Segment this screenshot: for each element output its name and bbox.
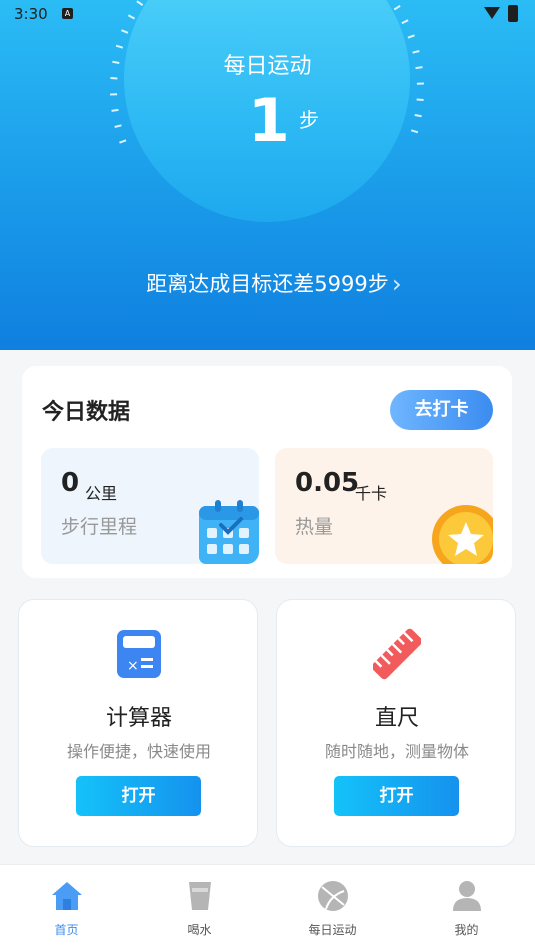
goal-remaining-link[interactable]: 距离达成目标还差5999步 — [0, 268, 535, 298]
hero-header: 3:30 A 每日运动 1 步 距离达成目标还差5999步 › — [0, 0, 535, 350]
calculator-open-button[interactable]: 打开 — [76, 776, 201, 816]
ball-icon — [318, 881, 348, 911]
svg-text:×: × — [127, 658, 139, 674]
ruler-desc: 随时随地，测量物体 — [324, 742, 469, 761]
ruler-icon — [373, 628, 421, 680]
ring-tick — [407, 34, 415, 39]
calculator-card[interactable]: × 计算器 操作便捷，快速使用 打开 — [18, 599, 258, 847]
coin-star-icon — [432, 505, 493, 564]
distance-stat: 0 公里 步行里程 — [41, 448, 259, 564]
checkin-button[interactable]: 去打卡 — [390, 390, 493, 430]
distance-label: 步行里程 — [61, 516, 138, 538]
distance-value: 0 — [61, 468, 80, 498]
bottom-nav: 首页 喝水 每日运动 我的 — [0, 864, 535, 951]
nav-item-exercise[interactable]: 每日运动 — [266, 865, 399, 951]
nav-item-water[interactable]: 喝水 — [133, 865, 266, 951]
wifi-icon — [484, 7, 500, 19]
calories-stat: 0.05 千卡 热量 — [275, 448, 493, 564]
ruler-name: 直尺 — [374, 706, 419, 731]
today-title: 今日数据 — [42, 400, 131, 425]
status-time: 3:30 — [14, 5, 48, 23]
today-data-card: 今日数据 去打卡 0 公里 步行里程 0.05 千卡 热量 — [22, 366, 512, 578]
calculator-desc: 操作便捷，快速使用 — [66, 742, 211, 761]
calculator-icon: × — [117, 630, 161, 678]
ruler-card[interactable]: 直尺 随时随地，测量物体 打开 — [276, 599, 516, 847]
ruler-open-button[interactable]: 打开 — [334, 776, 459, 816]
ring-tick — [119, 139, 127, 144]
nav-label-exercise: 每日运动 — [308, 923, 357, 937]
calculator-name: 计算器 — [105, 706, 172, 731]
ring-tick — [414, 114, 422, 118]
ring-tick — [121, 29, 129, 34]
cup-icon — [189, 882, 211, 910]
calories-label: 热量 — [295, 516, 334, 538]
calories-unit: 千卡 — [355, 484, 388, 503]
step-count: 1 — [248, 86, 290, 156]
calories-value: 0.05 — [295, 468, 360, 498]
calendar-icon — [199, 500, 259, 564]
hero-title: 每日运动 — [223, 54, 312, 79]
nav-label-water: 喝水 — [187, 923, 212, 937]
distance-unit: 公里 — [85, 484, 118, 503]
home-icon — [52, 882, 82, 910]
user-icon — [453, 881, 481, 911]
notification-icon: A — [62, 8, 73, 19]
battery-icon — [508, 5, 518, 22]
status-bar: 3:30 A — [0, 0, 535, 28]
nav-label-home: 首页 — [54, 923, 79, 937]
ring-tick — [111, 108, 119, 112]
step-unit: 步 — [299, 108, 319, 132]
ring-tick — [410, 129, 419, 134]
chevron-right-icon[interactable]: › — [392, 270, 402, 298]
nav-item-mine[interactable]: 我的 — [400, 865, 533, 951]
nav-item-home[interactable]: 首页 — [0, 865, 133, 951]
ring-tick — [114, 124, 122, 128]
nav-label-mine: 我的 — [454, 923, 479, 937]
